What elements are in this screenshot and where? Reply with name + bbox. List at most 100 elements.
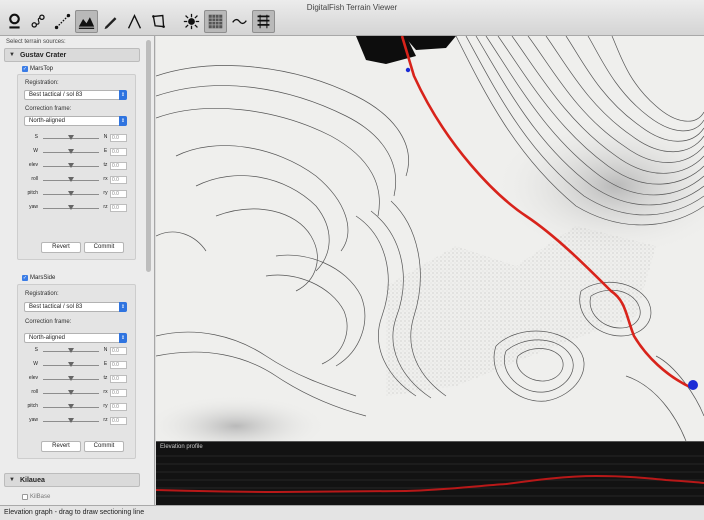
slider-value-field[interactable]: 0.0	[110, 389, 127, 397]
commit-button[interactable]: Commit	[84, 242, 124, 253]
checkbox-checked-icon: ✓	[22, 66, 28, 72]
slider-value-field[interactable]: 0.0	[110, 176, 127, 184]
slider-right-label: ry	[103, 403, 108, 409]
slider-value-field[interactable]: 0.0	[110, 148, 127, 156]
correction-frame-select[interactable]: North-aligned ⇕	[24, 116, 127, 126]
slider-knob[interactable]	[68, 191, 74, 196]
path-icon	[31, 14, 45, 28]
slider-row: elev tz 0.0	[24, 375, 127, 384]
slider-left-label: roll	[31, 389, 38, 395]
source-name: MarsSide	[30, 275, 56, 281]
source-checkbox-kilbase[interactable]: KilBase	[22, 494, 50, 500]
slider-right-label: rz	[103, 204, 108, 210]
slider-knob[interactable]	[68, 404, 74, 409]
slider-left-label: S	[34, 134, 38, 140]
sun-tool-button[interactable]	[180, 10, 203, 33]
slider-row: roll rx 0.0	[24, 389, 127, 398]
revert-button[interactable]: Revert	[41, 242, 81, 253]
elevation-profile-panel[interactable]: Elevation profile	[156, 441, 704, 505]
sidebar-scrollbar[interactable]	[146, 40, 151, 272]
measure-tool-button[interactable]	[51, 10, 74, 33]
curve-tool-button[interactable]	[228, 10, 251, 33]
angle-icon	[127, 13, 142, 29]
slider-value-field[interactable]: 0.0	[110, 417, 127, 425]
slider-right-label: N	[103, 134, 108, 140]
registration-select[interactable]: Best tactical / sol 83 ⇕	[24, 90, 127, 100]
elevation-profile-title: Elevation profile	[160, 444, 203, 450]
slider-right-label: E	[103, 148, 108, 154]
commit-button[interactable]: Commit	[84, 441, 124, 452]
registration-select[interactable]: Best tactical / sol 83 ⇕	[24, 302, 127, 312]
slider-value-field[interactable]: 0.0	[110, 361, 127, 369]
slider-knob[interactable]	[68, 149, 74, 154]
chevron-updown-icon: ⇕	[119, 333, 127, 343]
slider-row: S N 0.0	[24, 347, 127, 356]
registration-value: Best tactical / sol 83	[29, 304, 83, 310]
slider-value-field[interactable]: 0.0	[110, 204, 127, 212]
group-header-gustav-crater[interactable]: ▼ Gustav Crater	[4, 48, 140, 62]
group-header-kilauea[interactable]: ▼ Kilauea	[4, 473, 140, 487]
slider-value-field[interactable]: 0.0	[110, 162, 127, 170]
slider-value-field[interactable]: 0.0	[110, 403, 127, 411]
terrain-viewport[interactable]	[156, 36, 704, 441]
slider-right-label: tz	[103, 375, 108, 381]
slider-knob[interactable]	[68, 418, 74, 423]
slider-row: elev tz 0.0	[24, 162, 127, 171]
slider-value-field[interactable]: 0.0	[110, 190, 127, 198]
slider-knob[interactable]	[68, 362, 74, 367]
terrain-icon	[78, 17, 95, 29]
slider-right-label: E	[103, 361, 108, 367]
slider-row: W E 0.0	[24, 148, 127, 157]
slider-left-label: pitch	[27, 403, 38, 409]
correction-frame-label: Correction frame:	[25, 319, 72, 325]
status-bar: Elevation graph - drag to draw sectionin…	[0, 505, 704, 520]
sources-label: Select terrain sources:	[6, 39, 66, 45]
slider-row: roll rx 0.0	[24, 176, 127, 185]
terrain-render	[156, 36, 704, 441]
slider-knob[interactable]	[68, 163, 74, 168]
slider-value-field[interactable]: 0.0	[110, 134, 127, 142]
path-tool-button[interactable]	[27, 10, 50, 33]
chevron-updown-icon: ⇕	[119, 302, 127, 312]
correction-frame-value: North-aligned	[29, 335, 66, 341]
polygon-icon	[152, 14, 165, 28]
slider-knob[interactable]	[68, 390, 74, 395]
pencil-icon	[104, 17, 117, 30]
curve-icon	[232, 18, 247, 25]
correction-frame-select[interactable]: North-aligned ⇕	[24, 333, 127, 343]
registration-value: Best tactical / sol 83	[29, 92, 83, 98]
slider-value-field[interactable]: 0.0	[110, 347, 127, 355]
slider-right-label: rx	[103, 176, 108, 182]
pin-icon	[9, 13, 20, 29]
slider-left-label: roll	[31, 176, 38, 182]
layers-tool-button[interactable]	[252, 10, 275, 33]
polygon-tool-button[interactable]	[147, 10, 170, 33]
slider-left-label: elev	[28, 162, 38, 168]
texture-tool-button[interactable]	[204, 10, 227, 33]
disclosure-triangle-icon: ▼	[9, 477, 15, 483]
title-bar: DigitalFish Terrain Viewer	[0, 0, 704, 36]
slider-knob[interactable]	[68, 348, 74, 353]
slider-row: pitch ry 0.0	[24, 403, 127, 412]
slider-left-label: elev	[28, 375, 38, 381]
revert-button[interactable]: Revert	[41, 441, 81, 452]
slider-row: pitch ry 0.0	[24, 190, 127, 199]
slider-knob[interactable]	[68, 177, 74, 182]
terrain-tool-button[interactable]	[75, 10, 98, 33]
slider-left-label: yaw	[29, 204, 38, 210]
slider-value-field[interactable]: 0.0	[110, 375, 127, 383]
pin-tool-button[interactable]	[3, 10, 26, 33]
source-checkbox-marsside[interactable]: ✓ MarsSide	[22, 275, 55, 281]
angle-tool-button[interactable]	[123, 10, 146, 33]
slider-knob[interactable]	[68, 376, 74, 381]
pencil-tool-button[interactable]	[99, 10, 122, 33]
checkbox-unchecked-icon	[22, 494, 28, 500]
correction-frame-value: North-aligned	[29, 118, 66, 124]
slider-knob[interactable]	[68, 135, 74, 140]
slider-knob[interactable]	[68, 205, 74, 210]
slider-right-label: tz	[103, 162, 108, 168]
source-checkbox-marstop[interactable]: ✓ MarsTop	[22, 66, 53, 72]
layers-icon	[257, 14, 270, 29]
source-name: KilBase	[30, 494, 51, 500]
chevron-updown-icon: ⇕	[119, 116, 127, 126]
